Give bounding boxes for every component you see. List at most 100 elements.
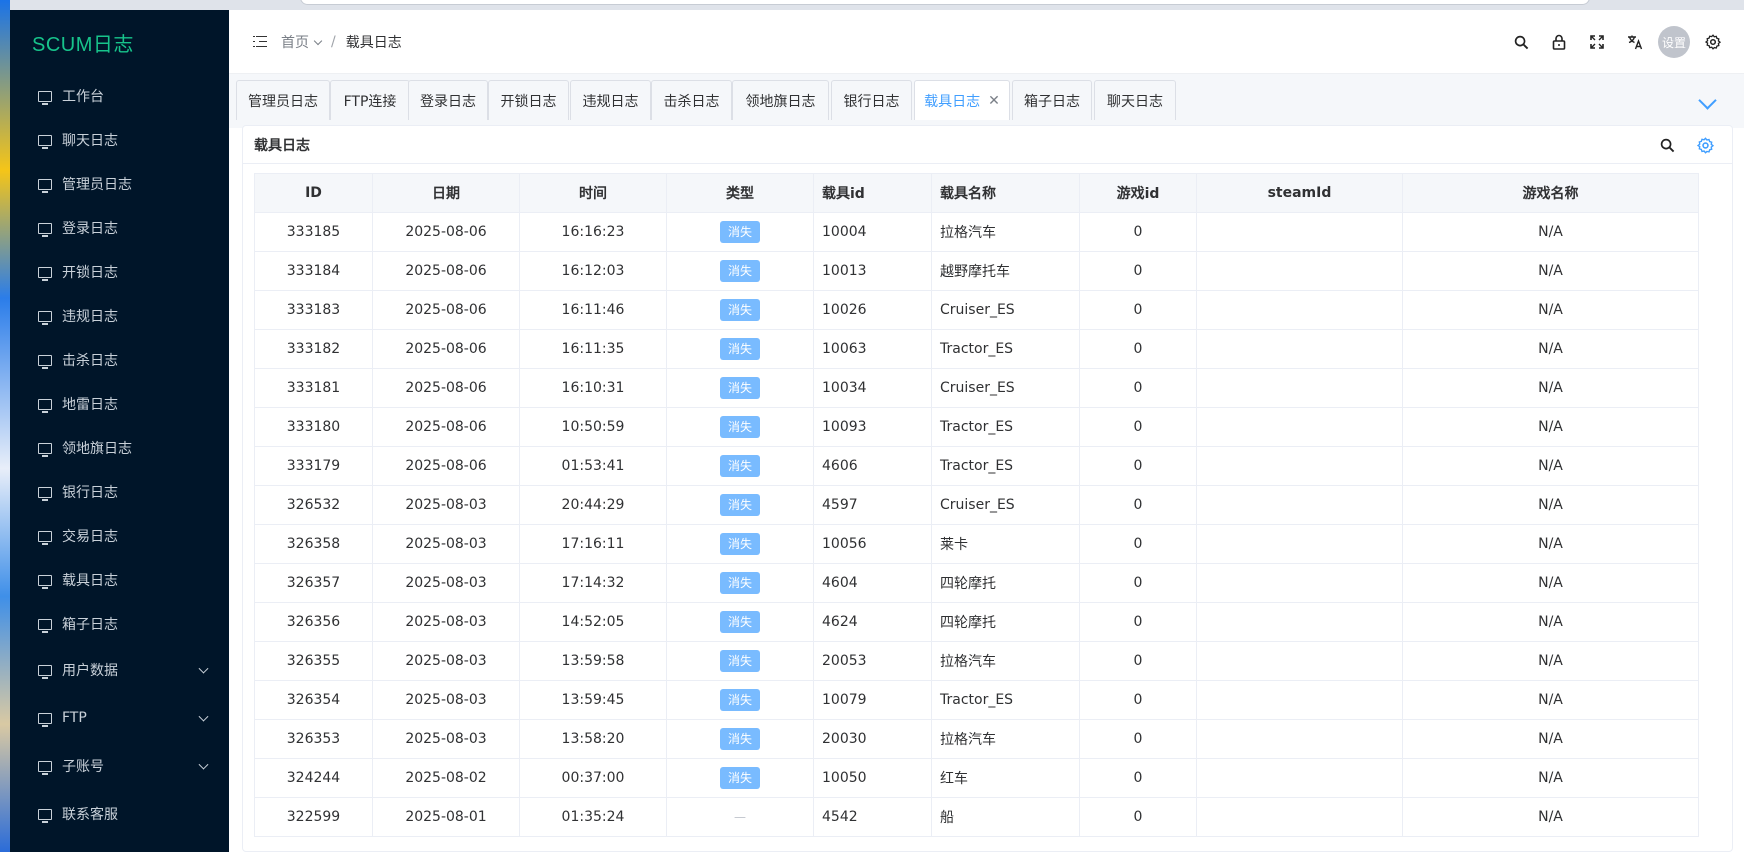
table-row[interactable]: 333180 2025-08-06 10:50:59 消失 10093 Tractor_E… bbox=[254, 407, 1699, 447]
table-row[interactable]: 326532 2025-08-03 20:44:29 消失 4597 Cruiser_ES… bbox=[254, 485, 1699, 525]
app-logo[interactable]: SCUM日志 bbox=[10, 10, 229, 74]
table-row[interactable]: 333179 2025-08-06 01:53:41 消失 4606 Tractor_ES… bbox=[254, 446, 1699, 486]
tab-4[interactable]: 违规日志 bbox=[570, 80, 651, 120]
settings-gear-icon[interactable] bbox=[1694, 23, 1732, 61]
sidebar-item-violation-log[interactable]: 违规日志 bbox=[10, 294, 229, 338]
column-header[interactable]: 游戏名称 bbox=[1402, 173, 1699, 213]
breadcrumb-separator: / bbox=[331, 33, 336, 50]
table-row[interactable]: 326357 2025-08-03 17:14:32 消失 4604 四轮摩托 0 N/A bbox=[254, 563, 1699, 603]
table-row[interactable]: 326353 2025-08-03 13:58:20 消失 20030 拉格汽车 0 N/A bbox=[254, 719, 1699, 759]
column-header[interactable]: 类型 bbox=[666, 173, 814, 213]
table-row[interactable]: 333185 2025-08-06 16:16:23 消失 10004 拉格汽车 0 N/A bbox=[254, 212, 1699, 252]
tab-2[interactable]: 登录日志 bbox=[408, 80, 488, 120]
monitor-icon bbox=[38, 310, 52, 325]
chevron-down-icon[interactable] bbox=[198, 663, 209, 674]
table-cell: N/A bbox=[1402, 290, 1699, 330]
address-bar[interactable] bbox=[300, 0, 1590, 5]
chevron-down-icon[interactable] bbox=[198, 759, 209, 770]
table-row[interactable]: 326354 2025-08-03 13:59:45 消失 10079 Tractor_E… bbox=[254, 680, 1699, 720]
sidebar-item-trade-log[interactable]: 交易日志 bbox=[10, 514, 229, 558]
table-cell: 16:10:31 bbox=[519, 368, 667, 408]
sidebar-item-flag-log[interactable]: 领地旗日志 bbox=[10, 426, 229, 470]
tab-10[interactable]: 聊天日志 bbox=[1094, 80, 1176, 120]
column-header[interactable]: steamId bbox=[1196, 173, 1403, 213]
table-cell: N/A bbox=[1402, 485, 1699, 525]
tab-7[interactable]: 银行日志 bbox=[831, 80, 912, 120]
sidebar-item-chat-log[interactable]: 聊天日志 bbox=[10, 118, 229, 162]
sidebar-item-label: 箱子日志 bbox=[62, 617, 118, 633]
table-row[interactable]: 326355 2025-08-03 13:59:58 消失 20053 拉格汽车 0 N/A bbox=[254, 641, 1699, 681]
table-cell: N/A bbox=[1402, 212, 1699, 252]
card-title: 载具日志 bbox=[254, 137, 310, 154]
sidebar-item-contact-support[interactable]: 联系客服 bbox=[10, 790, 229, 838]
table-row[interactable]: 333181 2025-08-06 16:10:31 消失 10034 Cruiser_E… bbox=[254, 368, 1699, 408]
table-row[interactable]: 326356 2025-08-03 14:52:05 消失 4624 四轮摩托 0 N/A bbox=[254, 602, 1699, 642]
table-cell: 10013 bbox=[813, 251, 932, 291]
sidebar-item-chest-log[interactable]: 箱子日志 bbox=[10, 602, 229, 646]
tab-1[interactable]: FTP连接 bbox=[330, 80, 410, 120]
breadcrumb-home[interactable]: 首页 bbox=[281, 32, 323, 52]
table-cell bbox=[1196, 680, 1403, 720]
column-header[interactable]: ID bbox=[254, 173, 373, 213]
sidebar-item-kill-log[interactable]: 击杀日志 bbox=[10, 338, 229, 382]
tab-label: 违规日志 bbox=[582, 93, 639, 110]
table-cell: 13:59:45 bbox=[519, 680, 667, 720]
sidebar-item-vehicle-log[interactable]: 载具日志 bbox=[10, 558, 229, 602]
column-header[interactable]: 时间 bbox=[519, 173, 667, 213]
breadcrumb-home-label[interactable]: 首页 bbox=[281, 35, 309, 51]
table-row[interactable]: 326358 2025-08-03 17:16:11 消失 10056 莱卡 0 N/A bbox=[254, 524, 1699, 564]
sidebar-item-label: 银行日志 bbox=[62, 485, 118, 501]
type-tag: 消失 bbox=[720, 299, 760, 321]
search-icon[interactable] bbox=[1502, 23, 1540, 61]
tab-label: 登录日志 bbox=[420, 93, 476, 110]
table-cell: 消失 bbox=[666, 251, 814, 291]
table-row[interactable]: 333182 2025-08-06 16:11:35 消失 10063 Tractor_E… bbox=[254, 329, 1699, 369]
tab-8[interactable]: 载具日志 ✕ bbox=[914, 80, 1010, 120]
column-settings-icon[interactable] bbox=[1686, 126, 1724, 164]
sidebar-item-mine-log[interactable]: 地雷日志 bbox=[10, 382, 229, 426]
sidebar-item-unlock-log[interactable]: 开锁日志 bbox=[10, 250, 229, 294]
table-cell: 消失 bbox=[666, 290, 814, 330]
table-row[interactable]: 324244 2025-08-02 00:37:00 消失 10050 红车 0 N/A bbox=[254, 758, 1699, 798]
sidebar-item-sub-accounts[interactable]: 子账号 bbox=[10, 742, 229, 790]
table-cell: — bbox=[666, 797, 814, 837]
tab-9[interactable]: 箱子日志 bbox=[1012, 80, 1092, 120]
search-icon[interactable] bbox=[1648, 126, 1686, 164]
column-header[interactable]: 载具名称 bbox=[931, 173, 1080, 213]
browser-chrome bbox=[10, 0, 1744, 10]
table-cell: 2025-08-06 bbox=[372, 290, 520, 330]
fullscreen-icon[interactable] bbox=[1578, 23, 1616, 61]
translate-icon[interactable] bbox=[1616, 23, 1654, 61]
tab-5[interactable]: 击杀日志 bbox=[651, 80, 732, 120]
tab-3[interactable]: 开锁日志 bbox=[488, 80, 569, 120]
sidebar-item-ftp[interactable]: FTP bbox=[10, 694, 229, 742]
table-cell: 326532 bbox=[254, 485, 373, 525]
lock-icon[interactable] bbox=[1540, 23, 1578, 61]
table-row[interactable]: 333184 2025-08-06 16:12:03 消失 10013 越野摩托车 0 N/A bbox=[254, 251, 1699, 291]
close-icon[interactable]: ✕ bbox=[988, 93, 1000, 109]
chevron-down-icon[interactable] bbox=[1698, 91, 1717, 110]
column-header[interactable]: 日期 bbox=[372, 173, 520, 213]
table-cell: 333183 bbox=[254, 290, 373, 330]
chevron-down-icon[interactable] bbox=[313, 36, 323, 45]
sidebar-item-login-log[interactable]: 登录日志 bbox=[10, 206, 229, 250]
sidebar-item-admin-log[interactable]: 管理员日志 bbox=[10, 162, 229, 206]
sidebar-item-user-data[interactable]: 用户数据 bbox=[10, 646, 229, 694]
table-cell: 2025-08-03 bbox=[372, 641, 520, 681]
column-header[interactable]: 载具id bbox=[813, 173, 932, 213]
table-cell: 2025-08-06 bbox=[372, 368, 520, 408]
table-cell bbox=[1196, 524, 1403, 564]
collapse-menu-icon[interactable] bbox=[253, 35, 267, 48]
table-row[interactable]: 333183 2025-08-06 16:11:46 消失 10026 Cruiser_E… bbox=[254, 290, 1699, 330]
chevron-down-icon[interactable] bbox=[198, 711, 209, 722]
sidebar-item-bank-log[interactable]: 银行日志 bbox=[10, 470, 229, 514]
sidebar-item-workbench[interactable]: 工作台 bbox=[10, 74, 229, 118]
avatar[interactable]: 设置 bbox=[1658, 26, 1690, 58]
column-header[interactable]: 游戏id bbox=[1079, 173, 1197, 213]
tab-6[interactable]: 领地旗日志 bbox=[732, 80, 829, 120]
table-cell: 20053 bbox=[813, 641, 932, 681]
tab-label: FTP连接 bbox=[343, 93, 397, 110]
table-row[interactable]: 322599 2025-08-01 01:35:24 — 4542 船 0 N/A bbox=[254, 797, 1699, 837]
table-cell: 0 bbox=[1079, 485, 1197, 525]
tab-0[interactable]: 管理员日志 bbox=[236, 80, 330, 120]
